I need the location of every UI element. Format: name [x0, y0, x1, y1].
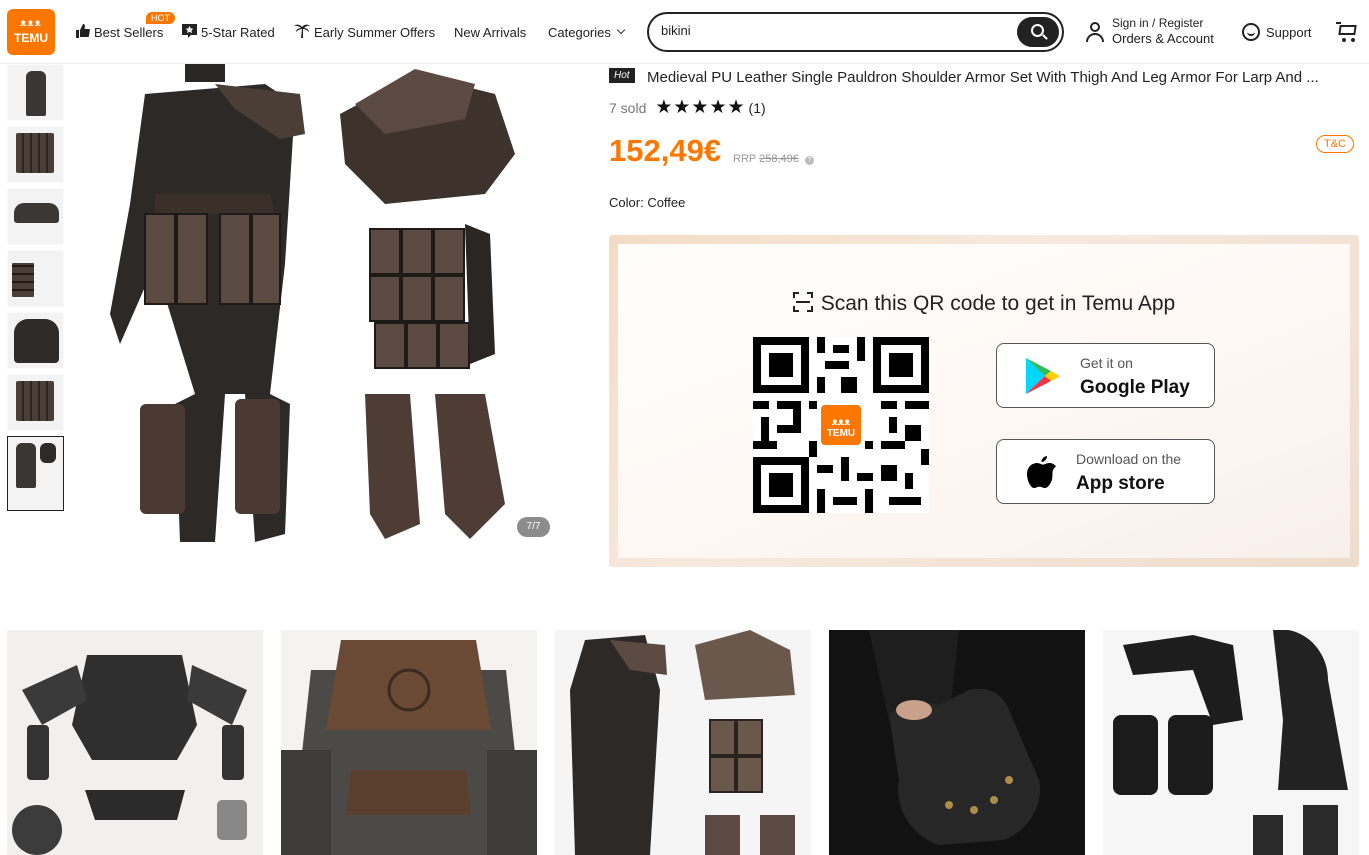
- nav-summer-offers[interactable]: Early Summer Offers: [294, 0, 435, 64]
- cart-icon[interactable]: [1336, 22, 1358, 42]
- rrp-old-price: 258,49€: [759, 153, 799, 165]
- color-value: Coffee: [647, 195, 686, 210]
- rrp-label: RRP: [733, 153, 757, 165]
- thumbnail[interactable]: [7, 312, 64, 369]
- user-icon: [1086, 22, 1104, 42]
- nav-best-sellers[interactable]: Best Sellers: [75, 0, 163, 64]
- thumbnail[interactable]: [7, 188, 64, 245]
- product-title: Medieval PU Leather Single Pauldron Shou…: [647, 69, 1319, 86]
- qr-code: ᴥᴥᴥ TEMU: [753, 337, 929, 513]
- product-price: 152,49€: [609, 133, 722, 168]
- qr-logo-text: TEMU: [826, 428, 856, 439]
- rating-count[interactable]: (1): [749, 100, 766, 116]
- google-play-big-text: Google Play: [1080, 377, 1190, 398]
- hot-tag: Hot: [609, 68, 635, 83]
- related-images: [7, 630, 1362, 855]
- detail-image[interactable]: [281, 630, 537, 855]
- nav-summer-offers-label: Early Summer Offers: [314, 24, 436, 40]
- support-link[interactable]: Support: [1242, 23, 1312, 41]
- thumbnail[interactable]: [7, 64, 64, 121]
- logo-mark: ᴥᴥᴥ: [20, 18, 42, 29]
- nav-categories[interactable]: Categories: [548, 0, 626, 64]
- sign-in-label: Sign in / Register: [1112, 16, 1204, 30]
- nav-five-star[interactable]: 5-Star Rated: [182, 0, 275, 64]
- rrp-price: RRP 258,49€ ?: [733, 153, 814, 165]
- search-input[interactable]: [661, 23, 1001, 38]
- support-label: Support: [1266, 24, 1312, 40]
- detail-image[interactable]: [829, 630, 1085, 855]
- palm-tree-icon: [294, 23, 310, 41]
- info-icon[interactable]: ?: [804, 156, 814, 165]
- qr-temu-logo: ᴥᴥᴥ TEMU: [819, 403, 863, 447]
- account-menu[interactable]: Sign in / Register Orders & Account: [1086, 16, 1214, 46]
- temu-logo[interactable]: ᴥᴥᴥ TEMU: [7, 9, 55, 55]
- nav-new-arrivals-label: New Arrivals: [454, 24, 527, 40]
- google-play-button[interactable]: Get it on Google Play: [996, 343, 1215, 408]
- thumbnail-active[interactable]: [7, 436, 64, 511]
- terms-conditions-button[interactable]: T&C: [1316, 135, 1354, 153]
- site-header: ᴥᴥᴥ TEMU Best Sellers HOT 5-Star Rated E…: [0, 0, 1369, 64]
- image-counter: 7/7: [517, 517, 550, 537]
- nav-five-star-label: 5-Star Rated: [201, 24, 275, 40]
- nav-new-arrivals[interactable]: New Arrivals: [454, 0, 526, 64]
- thumbnail[interactable]: [7, 374, 64, 431]
- google-play-icon: [1024, 357, 1060, 400]
- nav-best-sellers-label: Best Sellers: [94, 24, 164, 40]
- qr-logo-mark: ᴥᴥᴥ: [831, 417, 851, 428]
- detail-image[interactable]: [555, 630, 811, 855]
- search-bar: [647, 12, 1064, 52]
- app-promo-panel: Scan this QR code to get in Temu App ᴥᴥᴥ…: [609, 235, 1359, 567]
- color-selection: Color: Coffee: [609, 195, 685, 210]
- main-product-image[interactable]: 7/7: [85, 64, 555, 548]
- sold-count: 7 sold: [609, 99, 647, 116]
- armor-illustration: [110, 64, 515, 542]
- thumbs-up-icon: [75, 23, 90, 41]
- star-rating[interactable]: ★★★★★: [655, 96, 745, 119]
- app-promo-title: Scan this QR code to get in Temu App: [609, 292, 1359, 316]
- orders-account-label: Orders & Account: [1112, 31, 1214, 46]
- star-chat-icon: [182, 23, 197, 41]
- scan-icon: [792, 292, 813, 312]
- logo-text: TEMU: [14, 31, 48, 45]
- app-promo-title-text: Scan this QR code to get in Temu App: [820, 292, 1176, 315]
- thumbnail[interactable]: [7, 250, 64, 307]
- detail-image[interactable]: [7, 630, 263, 855]
- chevron-down-icon: [616, 25, 626, 35]
- google-play-small-text: Get it on: [1080, 355, 1133, 371]
- detail-image[interactable]: [1103, 630, 1359, 855]
- app-store-small-text: Download on the: [1076, 451, 1182, 467]
- apple-icon: [1023, 452, 1059, 497]
- sold-rating-row: 7 sold ★★★★★ (1): [609, 96, 766, 119]
- thumbnail[interactable]: [7, 126, 64, 183]
- search-button[interactable]: [1017, 17, 1059, 47]
- app-store-big-text: App store: [1076, 473, 1165, 494]
- hot-badge: HOT: [146, 12, 175, 24]
- color-label: Color:: [609, 195, 644, 210]
- thumbnail-list: [7, 64, 65, 516]
- app-store-button[interactable]: Download on the App store: [996, 439, 1215, 504]
- nav-categories-label: Categories: [548, 24, 611, 40]
- support-chat-icon: [1242, 23, 1260, 41]
